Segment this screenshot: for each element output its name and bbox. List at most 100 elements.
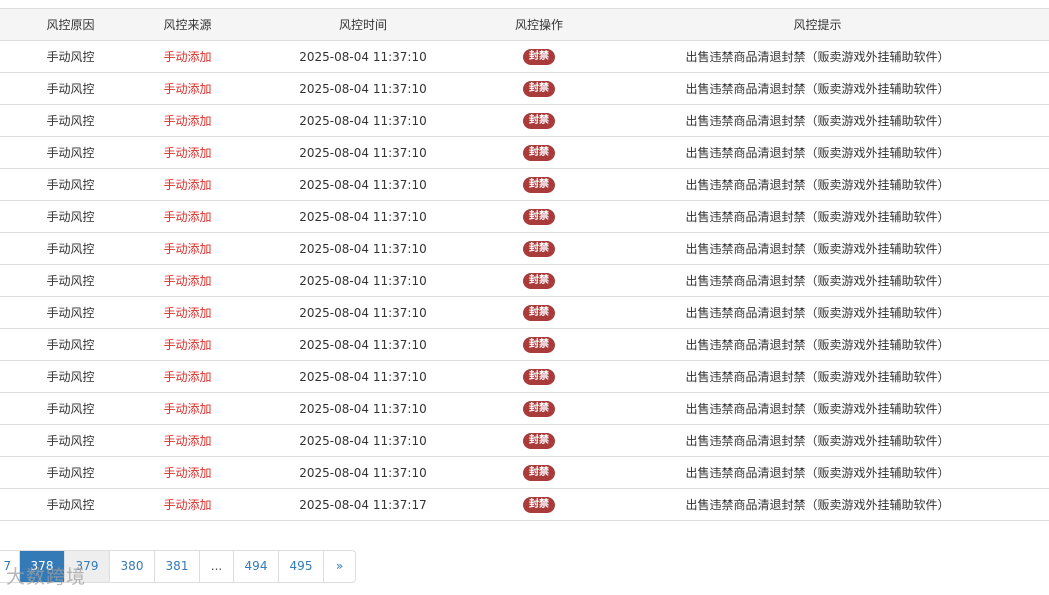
cell-time-text: 2025-08-04 11:37:10 bbox=[299, 81, 427, 96]
cell-action: 封禁 bbox=[492, 232, 586, 265]
table-row: 手动风控 手动添加 2025-08-04 11:37:10 封禁 出售违禁商品清退封禁（… bbox=[0, 72, 1049, 105]
cell-action: 封禁 bbox=[492, 296, 586, 329]
cell-hint-text: 出售违禁商品清退封禁（贩卖游戏外挂辅助软件） bbox=[685, 82, 950, 96]
cell-time: 2025-08-04 11:37:10 bbox=[234, 200, 492, 233]
cell-time: 2025-08-04 11:37:17 bbox=[234, 488, 492, 521]
cell-action: 封禁 bbox=[492, 40, 586, 73]
cell-source: 手动添加 bbox=[141, 488, 234, 521]
cell-hint: 出售违禁商品清退封禁（贩卖游戏外挂辅助软件） bbox=[586, 40, 1049, 73]
cell-source: 手动添加 bbox=[141, 296, 234, 329]
next-page-button[interactable]: » bbox=[323, 551, 355, 582]
page-link-7[interactable]: 7 bbox=[0, 551, 19, 582]
cell-hint-text: 出售违禁商品清退封禁（贩卖游戏外挂辅助软件） bbox=[685, 178, 950, 192]
cell-time: 2025-08-04 11:37:10 bbox=[234, 456, 492, 489]
header-source: 风控来源 bbox=[141, 8, 234, 41]
cell-time: 2025-08-04 11:37:10 bbox=[234, 264, 492, 297]
ban-badge: 封禁 bbox=[523, 305, 555, 321]
table-header-row: 风控原因 风控来源 风控时间 风控操作 风控提示 bbox=[0, 8, 1049, 41]
cell-hint-text: 出售违禁商品清退封禁（贩卖游戏外挂辅助软件） bbox=[685, 50, 950, 64]
cell-time-text: 2025-08-04 11:37:17 bbox=[299, 497, 427, 512]
cell-source-text: 手动添加 bbox=[163, 466, 212, 480]
cell-hint: 出售违禁商品清退封禁（贩卖游戏外挂辅助软件） bbox=[586, 296, 1049, 329]
table-row: 手动风控 手动添加 2025-08-04 11:37:17 封禁 出售违禁商品清退封禁（… bbox=[0, 488, 1049, 521]
cell-reason: 手动风控 bbox=[0, 456, 141, 489]
cell-hint: 出售违禁商品清退封禁（贩卖游戏外挂辅助软件） bbox=[586, 72, 1049, 105]
ban-badge: 封禁 bbox=[523, 241, 555, 257]
cell-source: 手动添加 bbox=[141, 104, 234, 137]
cell-hint: 出售违禁商品清退封禁（贩卖游戏外挂辅助软件） bbox=[586, 200, 1049, 233]
cell-time: 2025-08-04 11:37:10 bbox=[234, 104, 492, 137]
cell-source-text: 手动添加 bbox=[163, 434, 212, 448]
cell-reason: 手动风控 bbox=[0, 360, 141, 393]
cell-reason-text: 手动风控 bbox=[46, 114, 95, 128]
table-row: 手动风控 手动添加 2025-08-04 11:37:10 封禁 出售违禁商品清退封禁（… bbox=[0, 296, 1049, 329]
cell-source-text: 手动添加 bbox=[163, 242, 212, 256]
ban-badge: 封禁 bbox=[523, 273, 555, 289]
cell-source-text: 手动添加 bbox=[163, 498, 212, 512]
cell-hint: 出售违禁商品清退封禁（贩卖游戏外挂辅助软件） bbox=[586, 232, 1049, 265]
cell-source: 手动添加 bbox=[141, 232, 234, 265]
cell-reason: 手动风控 bbox=[0, 40, 141, 73]
cell-hint: 出售违禁商品清退封禁（贩卖游戏外挂辅助软件） bbox=[586, 136, 1049, 169]
cell-source: 手动添加 bbox=[141, 136, 234, 169]
ban-badge: 封禁 bbox=[523, 145, 555, 161]
cell-time-text: 2025-08-04 11:37:10 bbox=[299, 465, 427, 480]
cell-source: 手动添加 bbox=[141, 392, 234, 425]
cell-hint: 出售违禁商品清退封禁（贩卖游戏外挂辅助软件） bbox=[586, 168, 1049, 201]
cell-reason: 手动风控 bbox=[0, 168, 141, 201]
table-row: 手动风控 手动添加 2025-08-04 11:37:10 封禁 出售违禁商品清退封禁（… bbox=[0, 136, 1049, 169]
cell-time-text: 2025-08-04 11:37:10 bbox=[299, 337, 427, 352]
cell-hint-text: 出售违禁商品清退封禁（贩卖游戏外挂辅助软件） bbox=[685, 466, 950, 480]
cell-source: 手动添加 bbox=[141, 456, 234, 489]
cell-reason-text: 手动风控 bbox=[46, 242, 95, 256]
cell-source: 手动添加 bbox=[141, 40, 234, 73]
cell-source: 手动添加 bbox=[141, 200, 234, 233]
cell-source: 手动添加 bbox=[141, 328, 234, 361]
cell-action: 封禁 bbox=[492, 488, 586, 521]
cell-action: 封禁 bbox=[492, 168, 586, 201]
ban-badge: 封禁 bbox=[523, 209, 555, 225]
cell-time: 2025-08-04 11:37:10 bbox=[234, 40, 492, 73]
cell-hint-text: 出售违禁商品清退封禁（贩卖游戏外挂辅助软件） bbox=[685, 402, 950, 416]
cell-reason-text: 手动风控 bbox=[46, 338, 95, 352]
cell-time-text: 2025-08-04 11:37:10 bbox=[299, 145, 427, 160]
cell-time-text: 2025-08-04 11:37:10 bbox=[299, 241, 427, 256]
cell-action: 封禁 bbox=[492, 456, 586, 489]
cell-hint-text: 出售违禁商品清退封禁（贩卖游戏外挂辅助软件） bbox=[685, 114, 950, 128]
header-reason: 风控原因 bbox=[0, 8, 141, 41]
cell-hint: 出售违禁商品清退封禁（贩卖游戏外挂辅助软件） bbox=[586, 392, 1049, 425]
cell-source-text: 手动添加 bbox=[163, 402, 212, 416]
cell-time: 2025-08-04 11:37:10 bbox=[234, 424, 492, 457]
cell-reason: 手动风控 bbox=[0, 72, 141, 105]
cell-reason: 手动风控 bbox=[0, 488, 141, 521]
page-link-379[interactable]: 379 bbox=[64, 551, 109, 582]
cell-time-text: 2025-08-04 11:37:10 bbox=[299, 401, 427, 416]
cell-time: 2025-08-04 11:37:10 bbox=[234, 168, 492, 201]
cell-reason: 手动风控 bbox=[0, 200, 141, 233]
page-link-494[interactable]: 494 bbox=[233, 551, 278, 582]
cell-reason-text: 手动风控 bbox=[46, 82, 95, 96]
cell-hint: 出售违禁商品清退封禁（贩卖游戏外挂辅助软件） bbox=[586, 424, 1049, 457]
cell-action: 封禁 bbox=[492, 200, 586, 233]
table-row: 手动风控 手动添加 2025-08-04 11:37:10 封禁 出售违禁商品清退封禁（… bbox=[0, 392, 1049, 425]
page-link-380[interactable]: 380 bbox=[109, 551, 154, 582]
page-link-381[interactable]: 381 bbox=[154, 551, 199, 582]
cell-action: 封禁 bbox=[492, 328, 586, 361]
risk-control-table: 风控原因 风控来源 风控时间 风控操作 风控提示 手动风控 手动添加 2025-08… bbox=[0, 8, 1049, 521]
cell-source-text: 手动添加 bbox=[163, 210, 212, 224]
page-link-378[interactable]: 378 bbox=[19, 551, 64, 582]
cell-reason-text: 手动风控 bbox=[46, 434, 95, 448]
page-link-495[interactable]: 495 bbox=[278, 551, 323, 582]
cell-reason-text: 手动风控 bbox=[46, 498, 95, 512]
ban-badge: 封禁 bbox=[523, 401, 555, 417]
cell-time-text: 2025-08-04 11:37:10 bbox=[299, 177, 427, 192]
cell-source: 手动添加 bbox=[141, 264, 234, 297]
cell-time: 2025-08-04 11:37:10 bbox=[234, 328, 492, 361]
cell-time-text: 2025-08-04 11:37:10 bbox=[299, 369, 427, 384]
cell-time-text: 2025-08-04 11:37:10 bbox=[299, 113, 427, 128]
cell-hint: 出售违禁商品清退封禁（贩卖游戏外挂辅助软件） bbox=[586, 456, 1049, 489]
table-row: 手动风控 手动添加 2025-08-04 11:37:10 封禁 出售违禁商品清退封禁（… bbox=[0, 200, 1049, 233]
table-row: 手动风控 手动添加 2025-08-04 11:37:10 封禁 出售违禁商品清退封禁（… bbox=[0, 232, 1049, 265]
cell-reason-text: 手动风控 bbox=[46, 370, 95, 384]
cell-hint-text: 出售违禁商品清退封禁（贩卖游戏外挂辅助软件） bbox=[685, 306, 950, 320]
